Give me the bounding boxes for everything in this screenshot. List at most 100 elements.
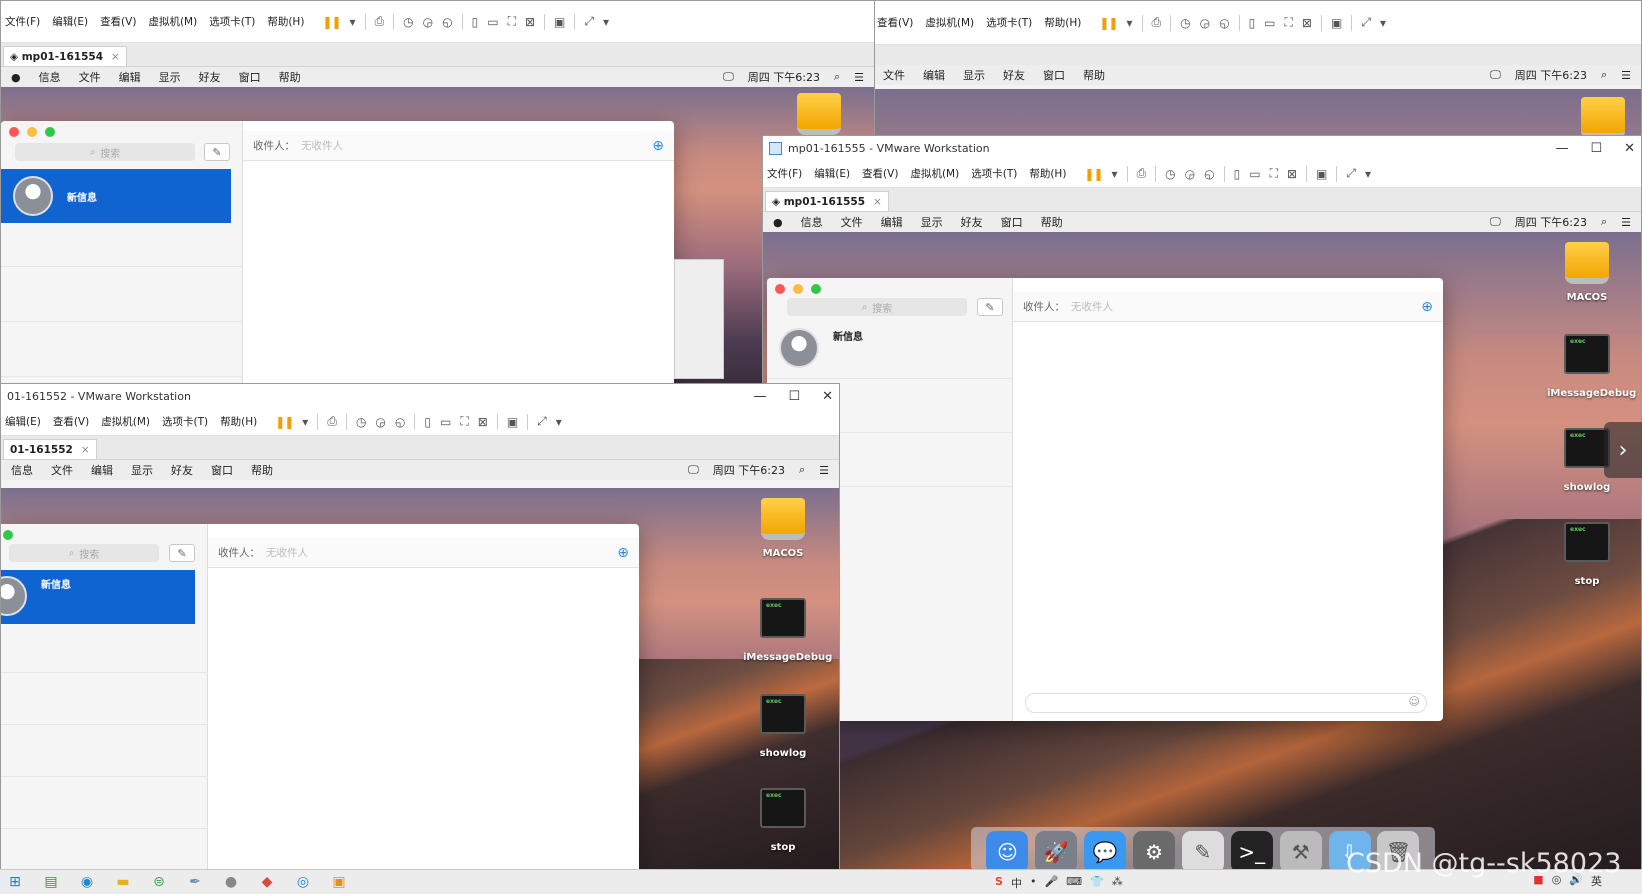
menu-view[interactable]: 查看(V) — [100, 14, 136, 29]
revert-snapshot-icon[interactable]: ◶ — [1185, 167, 1195, 181]
textedit-icon[interactable]: ✎ — [1181, 831, 1224, 869]
pause-icon[interactable]: ❚❚ — [275, 415, 294, 429]
dropdown-icon[interactable]: ▾ — [1365, 167, 1371, 181]
app-browser-icon[interactable]: ◎ — [294, 873, 312, 891]
search-input[interactable]: ⌕ 搜索 — [787, 298, 967, 316]
compose-button[interactable]: ✎ — [204, 143, 230, 161]
dropdown-icon[interactable]: ▾ — [350, 15, 356, 29]
messages-icon[interactable]: 💬 — [1084, 831, 1127, 869]
search-input[interactable]: ⌕ 搜索 — [9, 544, 159, 562]
snapshot-manager-icon[interactable]: ◵ — [1204, 167, 1214, 181]
close-icon[interactable] — [9, 127, 19, 137]
menu-vm[interactable]: 虚拟机(M) — [925, 15, 974, 30]
menu-edit[interactable]: 编辑(E) — [814, 166, 850, 181]
mac-menu-window[interactable]: 窗口 — [211, 462, 233, 478]
compose-button[interactable]: ✎ — [977, 298, 1003, 316]
conversation-new-message[interactable]: 新信息 — [1, 570, 195, 624]
spotlight-icon[interactable]: ⌕ — [1601, 68, 1607, 82]
tab-vm[interactable]: ◈ mp01-161555 × — [765, 191, 889, 211]
mac-menu-file[interactable]: 文件 — [79, 69, 101, 85]
spotlight-icon[interactable]: ⌕ — [834, 70, 840, 84]
app-pen-icon[interactable]: ✒ — [186, 873, 204, 891]
app-apple-icon[interactable]: ● — [222, 873, 240, 891]
close-icon[interactable]: × — [873, 196, 882, 208]
close-icon[interactable]: ✕ — [822, 389, 833, 404]
mac-menu-help[interactable]: 帮助 — [1041, 214, 1063, 230]
display-icon[interactable]: 🖵 — [688, 463, 699, 477]
stretch-icon[interactable]: ⤢ — [537, 414, 547, 429]
task-view-icon[interactable]: ▤ — [42, 873, 60, 891]
vmware-taskbar-icon[interactable]: ▣ — [330, 873, 348, 891]
zoom-icon[interactable] — [3, 530, 13, 540]
tab-vm[interactable]: ◈ mp01-161554 × — [3, 46, 127, 66]
send-keys-icon[interactable]: ⎙ — [1152, 15, 1162, 30]
mac-menu-file[interactable]: 文件 — [51, 462, 73, 478]
notification-icon[interactable]: ☰ — [819, 464, 829, 477]
mic-icon[interactable]: 🎤 — [1044, 875, 1058, 891]
menu-tabs[interactable]: 选项卡(T) — [162, 414, 208, 429]
display-icon[interactable]: 🖵 — [1490, 68, 1501, 82]
menu-help[interactable]: 帮助(H) — [1044, 15, 1081, 30]
mac-menu-view[interactable]: 显示 — [921, 214, 943, 230]
compose-button[interactable]: ✎ — [169, 544, 195, 562]
apple-icon[interactable]: ● — [773, 216, 783, 229]
dropdown-icon[interactable]: ▾ — [1380, 16, 1386, 30]
add-recipient-icon[interactable]: ⊕ — [652, 138, 664, 154]
fullscreen-icon[interactable]: ⛶ — [1270, 166, 1278, 181]
desktop-icon-showlog[interactable]: exec showlog — [743, 694, 823, 759]
desktop-icon-imessagedebug[interactable]: exec iMessageDebug — [1547, 334, 1636, 399]
close-icon[interactable]: ✕ — [1624, 141, 1635, 156]
app-green-icon[interactable]: ⊜ — [150, 873, 168, 891]
windows-start-icon[interactable]: ⊞ — [6, 873, 24, 891]
fullscreen-icon[interactable]: ⛶ — [1285, 15, 1293, 30]
dropdown-icon[interactable]: ▾ — [556, 415, 562, 429]
stretch-icon[interactable]: ⤢ — [1361, 15, 1371, 30]
snapshot-manager-icon[interactable]: ◵ — [1219, 16, 1229, 30]
mac-menu-help[interactable]: 帮助 — [251, 462, 273, 478]
mac-menu-help[interactable]: 帮助 — [1083, 67, 1105, 83]
edge-icon[interactable]: ◉ — [78, 873, 96, 891]
mac-menu-buddies[interactable]: 好友 — [1003, 67, 1025, 83]
menu-vm[interactable]: 虚拟机(M) — [148, 14, 197, 29]
fullscreen-icon[interactable]: ⛶ — [460, 414, 468, 429]
dropdown-icon[interactable]: ▾ — [1112, 167, 1118, 181]
launchpad-icon[interactable]: 🚀 — [1035, 831, 1078, 869]
ime-more-icon[interactable]: ⁂ — [1112, 875, 1123, 891]
menu-view[interactable]: 查看(V) — [877, 15, 913, 30]
mac-menu-messages[interactable]: 信息 — [11, 462, 33, 478]
mac-menu-window[interactable]: 窗口 — [1043, 67, 1065, 83]
stretch-icon[interactable]: ⤢ — [584, 14, 594, 29]
menu-view[interactable]: 查看(V) — [862, 166, 898, 181]
sidebar-toggle-icon[interactable]: ▯ — [472, 15, 479, 29]
mac-menu-messages[interactable]: 信息 — [39, 69, 61, 85]
punctuation-icon[interactable]: • — [1030, 875, 1037, 891]
mac-menu-file[interactable]: 文件 — [841, 214, 863, 230]
minimize-icon[interactable] — [27, 127, 37, 137]
desktop-icon-macos[interactable]: MACOS — [1547, 242, 1627, 303]
maximize-icon[interactable]: ☐ — [788, 389, 800, 404]
display-icon[interactable]: 🖵 — [723, 70, 734, 84]
mac-menu-window[interactable]: 窗口 — [239, 69, 261, 85]
menu-file[interactable]: 文件(F) — [767, 166, 802, 181]
desktop-icon-macos[interactable]: MACOS — [743, 498, 823, 559]
message-input[interactable]: ☺ — [1025, 693, 1427, 713]
minimize-icon[interactable] — [793, 284, 803, 294]
spotlight-icon[interactable]: ⌕ — [1601, 215, 1607, 229]
mac-menu-edit[interactable]: 编辑 — [119, 69, 141, 85]
notification-icon[interactable]: ☰ — [1621, 69, 1631, 82]
conversation-new-message[interactable]: 新信息 — [1, 169, 231, 223]
mac-menu-messages[interactable]: 信息 — [801, 214, 823, 230]
snapshot-icon[interactable]: ◷ — [1180, 16, 1190, 30]
add-recipient-icon[interactable]: ⊕ — [617, 545, 629, 561]
chevron-right-icon[interactable]: › — [1604, 422, 1642, 478]
mac-menu-edit[interactable]: 编辑 — [923, 67, 945, 83]
tab-vm[interactable]: 01-161552 × — [3, 439, 97, 459]
minimize-icon[interactable]: — — [1555, 141, 1568, 156]
menu-vm[interactable]: 虚拟机(M) — [910, 166, 959, 181]
skin-icon[interactable]: 👕 — [1090, 875, 1104, 891]
file-explorer-icon[interactable]: ▬ — [114, 873, 132, 891]
utility-icon[interactable]: ⚒ — [1279, 831, 1322, 869]
console-icon[interactable]: ▣ — [554, 15, 565, 29]
close-icon[interactable]: × — [111, 51, 120, 63]
mac-menu-window[interactable]: 窗口 — [1001, 214, 1023, 230]
